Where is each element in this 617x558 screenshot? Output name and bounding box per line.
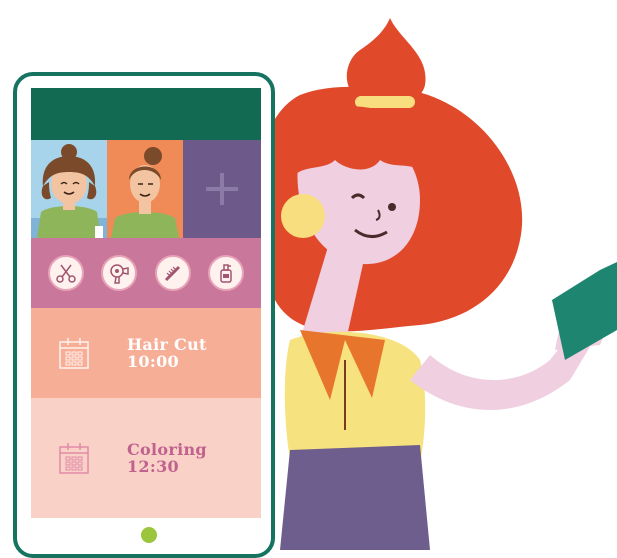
services-bar (31, 238, 261, 308)
stylist-card-woman[interactable] (31, 140, 107, 238)
calendar-icon (59, 443, 89, 474)
stylist-woman-avatar (31, 144, 107, 238)
shampoo-bottle-icon (220, 264, 232, 283)
stylist-card-man[interactable] (107, 140, 183, 238)
service-blowdry-button[interactable] (101, 255, 138, 291)
stylist-man-avatar (111, 147, 179, 238)
service-haircut-button[interactable] (47, 255, 84, 291)
plus-icon (206, 173, 238, 205)
add-stylist-button[interactable] (183, 140, 261, 238)
hair-dryer-icon (110, 264, 129, 284)
appointment-card[interactable]: Coloring 12:30 (31, 398, 261, 518)
scissors-icon (56, 264, 76, 283)
calendar-icon (59, 338, 89, 369)
service-styling-button[interactable] (154, 255, 191, 291)
stylist-strip (31, 140, 261, 238)
app-header-bar (31, 88, 261, 140)
home-button[interactable] (141, 527, 157, 543)
appointment-card[interactable]: Hair Cut 10:00 (31, 308, 261, 398)
comb-icon (164, 265, 180, 282)
appointment-title: Hair Cut (127, 335, 207, 354)
app-screen: Hair Cut 10:00 Coloring 12:30 (31, 88, 261, 518)
appointment-title: Coloring (127, 440, 207, 459)
appointment-details: Coloring 12:30 (127, 441, 207, 475)
appointment-time: 10:00 (127, 352, 179, 371)
service-wash-button[interactable] (208, 255, 245, 291)
appointment-time: 12:30 (127, 457, 179, 476)
appointment-details: Hair Cut 10:00 (127, 336, 207, 370)
phone-frame: Hair Cut 10:00 Coloring 12:30 (13, 72, 275, 558)
